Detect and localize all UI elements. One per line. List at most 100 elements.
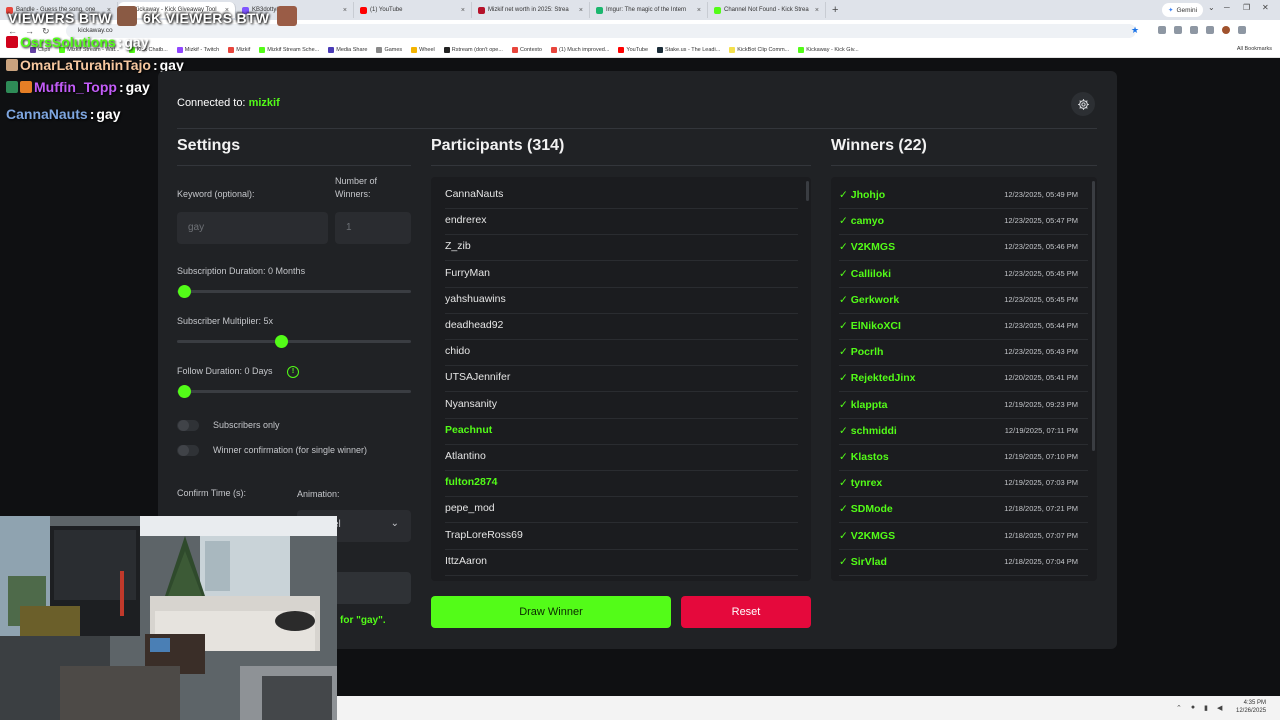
bookmark-item[interactable]: Games [376,46,402,53]
browser-tab[interactable]: Channel Not Found - Kick Strea × [708,2,826,18]
participant-row[interactable]: chido [445,340,798,367]
winner-row[interactable]: ✓ SDMode 12/18/2025, 07:21 PM [839,497,1088,524]
browser-tab[interactable]: Mizkif net worth in 2025: Strea × [472,2,590,18]
bookmark-label: Mizkif Stream Sche... [267,46,320,53]
participant-row[interactable]: Peachnut [445,419,798,445]
winner-row[interactable]: ✓ Jhohjo 12/23/2025, 05:49 PM [839,183,1088,209]
tab-favicon-icon [360,6,367,14]
winner-row[interactable]: ✓ schmiddi 12/19/2025, 07:11 PM [839,419,1088,445]
close-tab-icon[interactable]: × [461,7,465,14]
bookmark-favicon-icon [259,46,266,53]
participant-row[interactable]: endrerex [445,209,798,236]
participant-row[interactable]: UTSAJennifer [445,366,798,393]
microphone-icon[interactable]: ● [1191,704,1195,712]
minimize-icon[interactable]: ─ [1224,3,1230,12]
url-field[interactable]: kickaway.co [66,24,1136,38]
winner-row[interactable]: ✓ Pocrlh 12/23/2025, 05:43 PM [839,340,1088,367]
gemini-icon: ✦ [1168,7,1174,14]
close-tab-icon[interactable]: × [579,7,583,14]
winner-row[interactable]: ✓ ElNikoXCI 12/23/2025, 05:44 PM [839,314,1088,340]
winner-name: Pocrlh [850,346,884,359]
reset-button[interactable]: Reset [681,596,811,628]
participant-row[interactable]: fulton2874 [445,471,798,498]
chat-username: OmarLaTurahinTajo [20,57,151,73]
browser-tab[interactable]: (1) YouTube × [354,2,472,18]
subscriber-multiplier-knob[interactable] [275,335,288,348]
keyword-input[interactable]: gay [177,212,328,244]
bookmark-item[interactable]: KickBot Clip Comm... [729,46,789,53]
chat-separator: : [118,79,124,95]
bookmark-item[interactable]: Mizkif - Twitch [176,46,219,53]
participant-row[interactable]: Atlantino [445,445,798,471]
bookmark-item[interactable]: Mizkif [228,46,250,53]
participant-row[interactable]: Nyansanity [445,393,798,419]
participant-row[interactable]: deadhead92 [445,314,798,340]
volume-icon[interactable]: ◀ [1217,704,1222,712]
maximize-icon[interactable]: ❐ [1243,3,1250,12]
winner-name: SirVlad [850,555,887,568]
extension-icon[interactable] [1174,26,1182,34]
winner-row[interactable]: ✓ V2KMGS 12/18/2025, 07:07 PM [839,524,1088,550]
winners-scrollbar[interactable] [1092,181,1095,451]
taskbar-clock[interactable]: 4:35 PM 12/26/2025 [1236,699,1266,715]
participant-row[interactable]: Z_zib [445,235,798,262]
subscriber-multiplier-slider[interactable] [177,340,411,343]
participant-row[interactable]: CannaNauts [445,183,798,209]
winner-row[interactable]: ✓ tynrex 12/19/2025, 07:03 PM [839,471,1088,498]
window-list-icon[interactable]: ⌄ [1208,3,1215,12]
check-icon: ✓ [839,215,848,228]
winner-row[interactable]: ✓ V2KMGS 12/23/2025, 05:46 PM [839,235,1088,262]
winners-list[interactable]: ✓ Jhohjo 12/23/2025, 05:49 PM ✓ camyo 12/23… [831,177,1097,581]
winner-confirmation-toggle[interactable] [177,445,199,456]
bookmark-item[interactable]: Mizkif Stream Sche... [259,46,320,53]
winners-count-input[interactable]: 1 [335,212,411,244]
gemini-button[interactable]: ✦ Gemini [1162,3,1204,17]
winner-row[interactable]: ✓ Klastos 12/19/2025, 07:10 PM [839,445,1088,471]
close-tab-icon[interactable]: × [343,7,347,14]
info-icon[interactable]: ! [287,366,299,378]
extension-icon[interactable] [1158,26,1166,34]
chevron-up-icon[interactable]: ⌃ [1176,704,1182,712]
all-bookmarks-link[interactable]: All Bookmarks [1237,46,1272,52]
subscription-duration-knob[interactable] [178,285,191,298]
winner-row[interactable]: ✓ RejektedJinx 12/20/2025, 05:41 PM [839,366,1088,393]
browser-tab[interactable]: Imgur: The magic of the Intern × [590,2,708,18]
participants-list[interactable]: CannaNauts endrerex Z_zib FurryMan yahshuawi… [431,177,811,581]
bookmark-item[interactable]: Kickaway - Kick Giv... [798,46,859,53]
participant-row[interactable]: pepe_mod [445,497,798,524]
extension-icon[interactable] [1206,26,1214,34]
settings-gear-button[interactable] [1071,92,1095,116]
bookmark-item[interactable]: Wheel [411,46,435,53]
extension-icon[interactable] [1190,26,1198,34]
participant-row[interactable]: yahshuawins [445,288,798,314]
winner-name: schmiddi [850,424,897,437]
bookmark-item[interactable]: YouTube [618,46,648,53]
profile-avatar[interactable] [1222,26,1230,34]
close-tab-icon[interactable]: × [697,7,701,14]
bookmark-item[interactable]: Rstream (don't ope... [443,46,503,53]
follow-duration-knob[interactable] [178,385,191,398]
bookmark-star-icon[interactable]: ★ [1131,25,1139,36]
winner-row[interactable]: ✓ camyo 12/23/2025, 05:47 PM [839,209,1088,236]
winner-row[interactable]: ✓ SirVlad 12/18/2025, 07:04 PM [839,550,1088,576]
menu-icon[interactable] [1238,26,1246,34]
participants-scrollbar[interactable] [806,181,809,201]
draw-winner-button[interactable]: Draw Winner [431,596,671,628]
subscription-duration-slider[interactable] [177,290,411,293]
participant-row[interactable]: FurryMan [445,262,798,288]
bookmark-item[interactable]: (1) Much improved... [550,46,609,53]
bookmark-item[interactable]: Stake.us - The Leadi... [657,46,720,53]
subscribers-only-toggle[interactable] [177,420,199,431]
participant-row[interactable]: IttzAaron [445,550,798,576]
winner-row[interactable]: ✓ Gerkwork 12/23/2025, 05:45 PM [839,288,1088,314]
new-tab-button[interactable]: + [826,4,844,16]
close-tab-icon[interactable]: × [815,7,819,14]
network-icon[interactable]: ▮ [1204,704,1208,712]
winner-row[interactable]: ✓ klappta 12/19/2025, 09:23 PM [839,393,1088,419]
close-window-icon[interactable]: ✕ [1262,3,1269,12]
participant-row[interactable]: TrapLoreRoss69 [445,524,798,550]
winner-row[interactable]: ✓ Calliloki 12/23/2025, 05:45 PM [839,262,1088,288]
bookmark-item[interactable]: Media Share [328,46,367,53]
follow-duration-slider[interactable] [177,390,411,393]
bookmark-item[interactable]: Contexto [511,46,542,53]
